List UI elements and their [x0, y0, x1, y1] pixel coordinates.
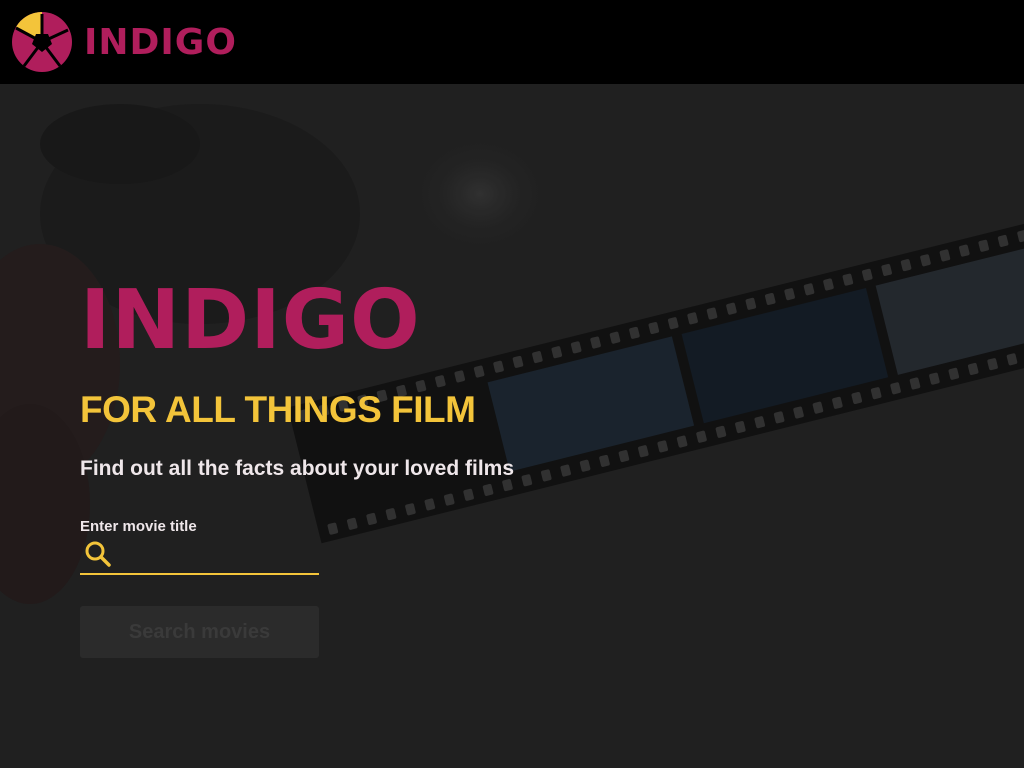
search-movies-button[interactable]: Search movies — [80, 606, 319, 658]
movie-search-input[interactable] — [116, 540, 316, 568]
hero-subtitle: Find out all the facts about your loved … — [80, 457, 515, 480]
aperture-logo-icon — [12, 12, 72, 72]
movie-search-field: Enter movie title — [80, 518, 319, 576]
hero-tagline: FOR ALL THINGS FILM — [80, 389, 476, 430]
search-icon — [85, 541, 111, 567]
search-field-underline — [80, 573, 319, 575]
navbar: INDIGO — [0, 0, 1024, 84]
movie-search-label: Enter movie title — [80, 518, 197, 535]
brand-link[interactable]: INDIGO — [12, 12, 237, 72]
brand-name: INDIGO — [84, 21, 237, 63]
hero-title: INDIGO — [80, 273, 421, 368]
hero-section: INDIGO FOR ALL THINGS FILM Find out all … — [0, 84, 1024, 768]
hero-content: INDIGO FOR ALL THINGS FILM Find out all … — [80, 84, 680, 768]
